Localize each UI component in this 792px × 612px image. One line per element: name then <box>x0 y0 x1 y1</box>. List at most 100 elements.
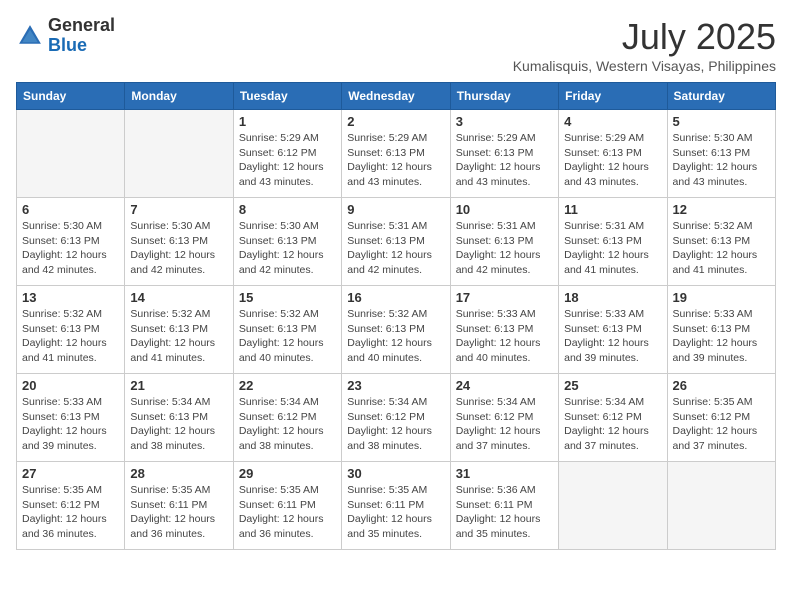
day-detail: Sunrise: 5:29 AM Sunset: 6:13 PM Dayligh… <box>456 131 553 190</box>
day-detail: Sunrise: 5:35 AM Sunset: 6:11 PM Dayligh… <box>130 483 227 542</box>
day-number: 5 <box>673 114 770 129</box>
day-number: 27 <box>22 466 119 481</box>
day-number: 30 <box>347 466 444 481</box>
day-header-tuesday: Tuesday <box>233 83 341 110</box>
day-number: 10 <box>456 202 553 217</box>
calendar-cell <box>667 462 775 550</box>
day-number: 8 <box>239 202 336 217</box>
day-number: 2 <box>347 114 444 129</box>
day-detail: Sunrise: 5:32 AM Sunset: 6:13 PM Dayligh… <box>347 307 444 366</box>
title-block: July 2025 Kumalisquis, Western Visayas, … <box>513 16 776 74</box>
calendar-cell: 3 Sunrise: 5:29 AM Sunset: 6:13 PM Daylig… <box>450 110 558 198</box>
day-detail: Sunrise: 5:34 AM Sunset: 6:12 PM Dayligh… <box>347 395 444 454</box>
day-number: 16 <box>347 290 444 305</box>
day-detail: Sunrise: 5:35 AM Sunset: 6:12 PM Dayligh… <box>22 483 119 542</box>
calendar-cell: 8 Sunrise: 5:30 AM Sunset: 6:13 PM Daylig… <box>233 198 341 286</box>
day-detail: Sunrise: 5:30 AM Sunset: 6:13 PM Dayligh… <box>130 219 227 278</box>
day-header-friday: Friday <box>559 83 667 110</box>
page-header: General Blue July 2025 Kumalisquis, West… <box>16 16 776 74</box>
day-header-wednesday: Wednesday <box>342 83 450 110</box>
day-number: 19 <box>673 290 770 305</box>
week-row-2: 6Sunrise: 5:30 AM Sunset: 6:13 PM Daylig… <box>17 198 776 286</box>
calendar-cell: 18 Sunrise: 5:33 AM Sunset: 6:13 PM Dayli… <box>559 286 667 374</box>
day-number: 26 <box>673 378 770 393</box>
week-row-3: 13 Sunrise: 5:32 AM Sunset: 6:13 PM Dayli… <box>17 286 776 374</box>
logo-icon <box>16 22 44 50</box>
day-detail: Sunrise: 5:29 AM Sunset: 6:13 PM Dayligh… <box>564 131 661 190</box>
week-row-1: 1Sunrise: 5:29 AM Sunset: 6:12 PM Daylig… <box>17 110 776 198</box>
week-row-4: 20Sunrise: 5:33 AM Sunset: 6:13 PM Dayli… <box>17 374 776 462</box>
calendar-cell <box>559 462 667 550</box>
day-detail: Sunrise: 5:32 AM Sunset: 6:13 PM Dayligh… <box>130 307 227 366</box>
day-number: 18 <box>564 290 661 305</box>
logo-blue-text: Blue <box>48 35 87 55</box>
calendar-cell: 14 Sunrise: 5:32 AM Sunset: 6:13 PM Dayli… <box>125 286 233 374</box>
calendar-cell: 17 Sunrise: 5:33 AM Sunset: 6:13 PM Dayli… <box>450 286 558 374</box>
day-detail: Sunrise: 5:35 AM Sunset: 6:11 PM Dayligh… <box>347 483 444 542</box>
day-number: 25 <box>564 378 661 393</box>
day-number: 23 <box>347 378 444 393</box>
day-number: 1 <box>239 114 336 129</box>
location: Kumalisquis, Western Visayas, Philippine… <box>513 58 776 74</box>
calendar-cell <box>125 110 233 198</box>
week-row-5: 27 Sunrise: 5:35 AM Sunset: 6:12 PM Dayli… <box>17 462 776 550</box>
day-number: 22 <box>239 378 336 393</box>
day-detail: Sunrise: 5:31 AM Sunset: 6:13 PM Dayligh… <box>456 219 553 278</box>
calendar-cell: 26 Sunrise: 5:35 AM Sunset: 6:12 PM Dayli… <box>667 374 775 462</box>
day-detail: Sunrise: 5:31 AM Sunset: 6:13 PM Dayligh… <box>347 219 444 278</box>
day-number: 31 <box>456 466 553 481</box>
day-number: 29 <box>239 466 336 481</box>
day-number: 15 <box>239 290 336 305</box>
day-header-saturday: Saturday <box>667 83 775 110</box>
calendar-cell: 23 Sunrise: 5:34 AM Sunset: 6:12 PM Dayli… <box>342 374 450 462</box>
calendar-cell: 31 Sunrise: 5:36 AM Sunset: 6:11 PM Dayli… <box>450 462 558 550</box>
day-detail: Sunrise: 5:36 AM Sunset: 6:11 PM Dayligh… <box>456 483 553 542</box>
day-detail: Sunrise: 5:33 AM Sunset: 6:13 PM Dayligh… <box>456 307 553 366</box>
calendar-cell: 29 Sunrise: 5:35 AM Sunset: 6:11 PM Dayli… <box>233 462 341 550</box>
calendar-cell: 4 Sunrise: 5:29 AM Sunset: 6:13 PM Daylig… <box>559 110 667 198</box>
day-detail: Sunrise: 5:31 AM Sunset: 6:13 PM Dayligh… <box>564 219 661 278</box>
day-detail: Sunrise: 5:32 AM Sunset: 6:13 PM Dayligh… <box>22 307 119 366</box>
day-detail: Sunrise: 5:34 AM Sunset: 6:12 PM Dayligh… <box>239 395 336 454</box>
calendar-cell: 27 Sunrise: 5:35 AM Sunset: 6:12 PM Dayli… <box>17 462 125 550</box>
day-number: 4 <box>564 114 661 129</box>
logo: General Blue <box>16 16 115 56</box>
calendar-cell: 24Sunrise: 5:34 AM Sunset: 6:12 PM Dayli… <box>450 374 558 462</box>
calendar-cell: 25 Sunrise: 5:34 AM Sunset: 6:12 PM Dayli… <box>559 374 667 462</box>
day-detail: Sunrise: 5:29 AM Sunset: 6:13 PM Dayligh… <box>347 131 444 190</box>
calendar-cell: 13 Sunrise: 5:32 AM Sunset: 6:13 PM Dayli… <box>17 286 125 374</box>
day-detail: Sunrise: 5:30 AM Sunset: 6:13 PM Dayligh… <box>22 219 119 278</box>
day-number: 17 <box>456 290 553 305</box>
calendar-cell: 28 Sunrise: 5:35 AM Sunset: 6:11 PM Dayli… <box>125 462 233 550</box>
calendar-cell: 19Sunrise: 5:33 AM Sunset: 6:13 PM Dayli… <box>667 286 775 374</box>
day-header-monday: Monday <box>125 83 233 110</box>
day-number: 13 <box>22 290 119 305</box>
calendar-table: SundayMondayTuesdayWednesdayThursdayFrid… <box>16 82 776 550</box>
calendar-cell: 21Sunrise: 5:34 AM Sunset: 6:13 PM Dayli… <box>125 374 233 462</box>
calendar-cell: 30 Sunrise: 5:35 AM Sunset: 6:11 PM Dayli… <box>342 462 450 550</box>
calendar-cell: 15Sunrise: 5:32 AM Sunset: 6:13 PM Dayli… <box>233 286 341 374</box>
day-number: 11 <box>564 202 661 217</box>
day-detail: Sunrise: 5:34 AM Sunset: 6:12 PM Dayligh… <box>456 395 553 454</box>
day-number: 3 <box>456 114 553 129</box>
day-detail: Sunrise: 5:34 AM Sunset: 6:12 PM Dayligh… <box>564 395 661 454</box>
day-number: 21 <box>130 378 227 393</box>
day-number: 9 <box>347 202 444 217</box>
calendar-header: SundayMondayTuesdayWednesdayThursdayFrid… <box>17 83 776 110</box>
day-number: 14 <box>130 290 227 305</box>
day-detail: Sunrise: 5:33 AM Sunset: 6:13 PM Dayligh… <box>564 307 661 366</box>
day-number: 28 <box>130 466 227 481</box>
calendar-cell: 9 Sunrise: 5:31 AM Sunset: 6:13 PM Daylig… <box>342 198 450 286</box>
day-detail: Sunrise: 5:30 AM Sunset: 6:13 PM Dayligh… <box>239 219 336 278</box>
calendar-cell: 12Sunrise: 5:32 AM Sunset: 6:13 PM Dayli… <box>667 198 775 286</box>
calendar-cell: 1Sunrise: 5:29 AM Sunset: 6:12 PM Daylig… <box>233 110 341 198</box>
calendar-cell: 11 Sunrise: 5:31 AM Sunset: 6:13 PM Dayli… <box>559 198 667 286</box>
calendar-cell: 2 Sunrise: 5:29 AM Sunset: 6:13 PM Daylig… <box>342 110 450 198</box>
day-detail: Sunrise: 5:35 AM Sunset: 6:11 PM Dayligh… <box>239 483 336 542</box>
calendar-cell: 10 Sunrise: 5:31 AM Sunset: 6:13 PM Dayli… <box>450 198 558 286</box>
day-number: 7 <box>130 202 227 217</box>
day-detail: Sunrise: 5:35 AM Sunset: 6:12 PM Dayligh… <box>673 395 770 454</box>
calendar-cell: 16 Sunrise: 5:32 AM Sunset: 6:13 PM Dayli… <box>342 286 450 374</box>
calendar-cell: 5Sunrise: 5:30 AM Sunset: 6:13 PM Daylig… <box>667 110 775 198</box>
header-row: SundayMondayTuesdayWednesdayThursdayFrid… <box>17 83 776 110</box>
